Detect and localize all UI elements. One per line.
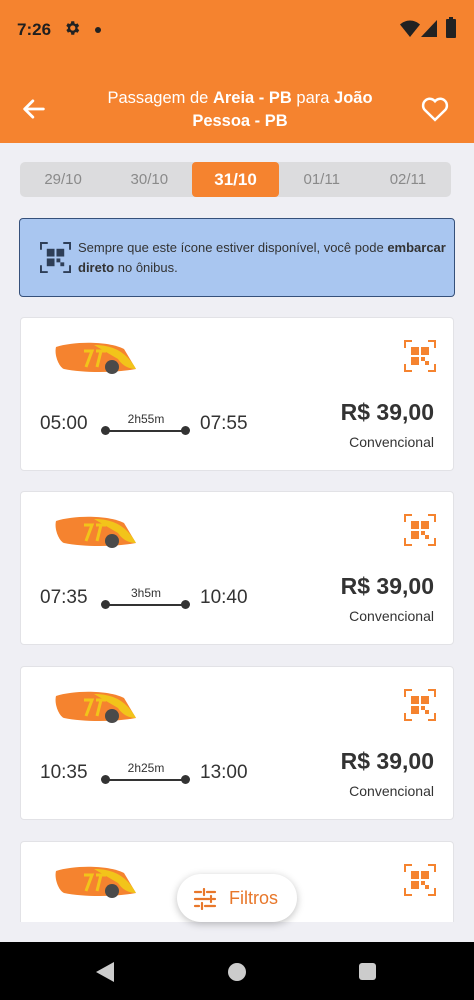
- filters-label: Filtros: [229, 888, 278, 908]
- arrival-time: 10:40: [200, 587, 248, 608]
- timeline-line: [105, 779, 187, 781]
- bus-company-logo: [55, 342, 136, 374]
- filters-button[interactable]: Filtros: [177, 874, 297, 922]
- status-bar: 7:26: [0, 0, 474, 60]
- banner-text-tail: no ônibus.: [117, 260, 178, 275]
- direct-boarding-icon: [404, 864, 436, 896]
- trip-card[interactable]: 10:35 2h25m 13:00 R$ 39,00 Convencional: [20, 666, 454, 820]
- status-time: 7:26: [17, 20, 52, 39]
- direct-boarding-icon: [40, 242, 71, 273]
- boarding-info-banner: Sempre que este ícone estiver disponível…: [19, 218, 455, 297]
- date-tab[interactable]: 30/10: [106, 162, 192, 197]
- title-middle: para: [296, 89, 330, 107]
- date-tab[interactable]: 01/11: [279, 162, 365, 197]
- favorite-heart-icon[interactable]: [420, 94, 450, 122]
- ticket-price: R$ 39,00: [340, 399, 434, 425]
- settings-icon: [66, 21, 80, 35]
- trip-duration: 2h55m: [127, 412, 165, 426]
- notification-dot-icon: [95, 27, 101, 33]
- bus-company-logo: [55, 691, 136, 723]
- arrival-time: 13:00: [200, 762, 248, 783]
- origin-city: Areia - PB: [212, 89, 292, 107]
- timeline-end-dot: [181, 426, 190, 435]
- timeline-end-dot: [181, 600, 190, 609]
- service-class: Convencional: [349, 783, 434, 799]
- nav-home-icon[interactable]: [228, 963, 246, 981]
- timeline-end-dot: [181, 775, 190, 784]
- app-bar: Passagem de Areia - PB para João Pessoa …: [0, 60, 474, 143]
- direct-boarding-icon: [404, 689, 436, 721]
- timeline-line: [105, 430, 187, 432]
- direct-boarding-icon: [404, 340, 436, 372]
- departure-time: 10:35: [40, 762, 88, 783]
- date-tab-selected[interactable]: 31/10: [192, 162, 279, 197]
- nav-back-icon[interactable]: [96, 962, 114, 982]
- filter-sliders-icon: [193, 888, 217, 910]
- system-nav-bar: [0, 942, 474, 1000]
- trip-duration: 2h25m: [127, 761, 165, 775]
- service-class: Convencional: [349, 608, 434, 624]
- trip-card[interactable]: 07:35 3h5m 10:40 R$ 39,00 Convencional: [20, 491, 454, 645]
- bus-company-logo: [55, 866, 136, 898]
- nav-recents-icon[interactable]: [359, 963, 376, 980]
- banner-text: Sempre que este ícone estiver disponível…: [78, 238, 448, 278]
- date-tab[interactable]: 02/11: [365, 162, 451, 197]
- timeline-line: [105, 604, 187, 606]
- signal-icon: [421, 20, 437, 37]
- trip-card[interactable]: 05:00 2h55m 07:55 R$ 39,00 Convencional: [20, 317, 454, 471]
- date-selector: 29/10 30/10 31/10 01/11 02/11: [20, 162, 451, 197]
- date-tab[interactable]: 29/10: [20, 162, 106, 197]
- trip-duration: 3h5m: [130, 586, 162, 600]
- ticket-price: R$ 39,00: [340, 573, 434, 599]
- departure-time: 05:00: [40, 413, 88, 434]
- wifi-icon: [400, 20, 420, 37]
- direct-boarding-icon: [404, 514, 436, 546]
- banner-text-main: Sempre que este ícone estiver disponível…: [78, 240, 384, 255]
- battery-icon: [446, 17, 456, 38]
- ticket-price: R$ 39,00: [340, 748, 434, 774]
- departure-time: 07:35: [40, 587, 88, 608]
- page-title: Passagem de Areia - PB para João Pessoa …: [95, 87, 385, 133]
- back-arrow-icon[interactable]: [20, 95, 48, 123]
- bus-company-logo: [55, 516, 136, 548]
- arrival-time: 07:55: [200, 413, 248, 434]
- service-class: Convencional: [349, 434, 434, 450]
- title-prefix: Passagem de: [107, 89, 209, 107]
